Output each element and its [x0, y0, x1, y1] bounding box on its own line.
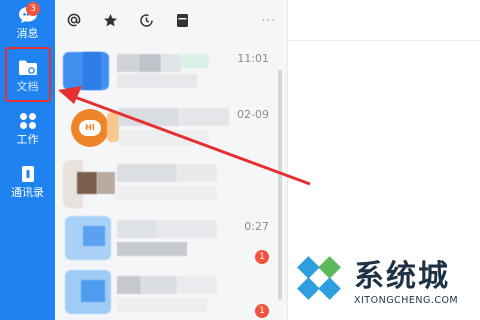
nav-item-work[interactable]: 工作: [0, 108, 55, 160]
message-preview: [119, 130, 209, 146]
conversation-row[interactable]: 0:27 1: [55, 212, 281, 270]
pixel-block: [161, 54, 181, 72]
divider: [288, 40, 480, 41]
archive-icon[interactable]: [173, 11, 191, 29]
pixel-block: [117, 276, 141, 294]
pixel-block: [83, 226, 105, 246]
unread-badge: 1: [255, 250, 269, 264]
avatar: HI: [71, 109, 109, 147]
pixel-block: [177, 164, 217, 182]
apps-grid-icon: [17, 110, 39, 132]
more-icon[interactable]: ···: [262, 13, 276, 27]
pixel-block: [179, 108, 229, 126]
pixel-block: [117, 164, 177, 182]
highlight-box: [5, 47, 51, 102]
conversation-row[interactable]: 11:01: [55, 44, 281, 102]
conversation-list[interactable]: ··· 11:01 HI 02-09 0:27 1 1: [55, 0, 288, 320]
watermark: 系统城 XITONGCHENG.COM: [288, 245, 480, 320]
nav-item-contacts[interactable]: 通讯录: [0, 161, 55, 213]
clock-icon[interactable]: [137, 11, 155, 29]
pixel-block: [83, 52, 101, 90]
message-time: 02-09: [237, 108, 269, 121]
list-toolbar: ···: [55, 0, 288, 40]
message-time: 0:27: [244, 220, 269, 233]
message-preview: [117, 186, 217, 200]
pixel-block: [97, 172, 115, 194]
nav-label-messages: 消息: [16, 27, 39, 40]
star-icon[interactable]: [101, 11, 119, 29]
list-scrollbar[interactable]: [278, 70, 282, 300]
watermark-subtitle: XITONGCHENG.COM: [354, 295, 459, 306]
watermark-logo-icon: [297, 256, 341, 300]
pixel-block: [77, 172, 97, 194]
unread-badge: 3: [26, 2, 40, 16]
pixel-block: [119, 108, 179, 126]
pixel-block: [139, 54, 161, 72]
pixel-block: [141, 276, 177, 294]
message-preview: [117, 298, 207, 312]
tag-chip: [181, 54, 209, 68]
app-window: 消息 3 文档 工作 通讯录 ··· 11:01 HI 02-09 0:27 1…: [0, 0, 480, 320]
message-time: 11:01: [237, 52, 269, 65]
message-preview: [117, 242, 187, 256]
pixel-block: [107, 112, 119, 142]
message-preview: [117, 74, 197, 88]
at-mention-icon[interactable]: [65, 11, 83, 29]
pixel-block: [117, 54, 139, 72]
pixel-block: [81, 280, 105, 302]
pixel-block: [177, 276, 217, 294]
nav-label-contacts: 通讯录: [11, 186, 44, 199]
conversation-row[interactable]: HI 02-09: [55, 100, 281, 158]
unread-badge: 1: [255, 304, 269, 318]
avatar-text: HI: [79, 120, 101, 136]
pixel-block: [157, 220, 217, 238]
contacts-icon: [17, 163, 39, 185]
conversation-row[interactable]: [55, 156, 281, 214]
pixel-block: [117, 220, 157, 238]
conversation-row[interactable]: 1: [55, 266, 281, 320]
watermark-title: 系统城: [354, 259, 450, 294]
nav-label-work: 工作: [16, 133, 39, 146]
